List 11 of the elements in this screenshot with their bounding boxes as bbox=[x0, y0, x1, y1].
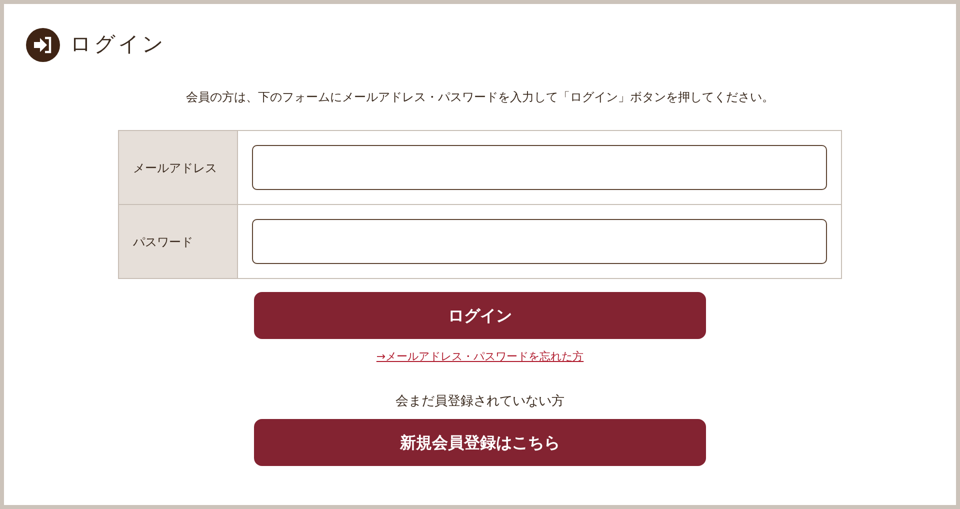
field-label: メールアドレス bbox=[119, 131, 238, 204]
intro-text: 会員の方は、下のフォームにメールアドレス・パスワードを入力して「ログイン」ボタンを押してください。 bbox=[185, 89, 775, 106]
forgot-password-link[interactable]: →メールアドレス・パスワードを忘れた方 bbox=[376, 349, 584, 366]
register-button[interactable]: 新規会員登録はこちら bbox=[254, 419, 706, 466]
login-icon bbox=[26, 28, 60, 62]
field-label: パスワード bbox=[119, 205, 238, 278]
page-title: ログイン bbox=[70, 31, 166, 58]
register-note: 会まだ員登録されていない方 bbox=[396, 392, 564, 410]
login-button[interactable]: ログイン bbox=[254, 292, 706, 339]
input-field[interactable] bbox=[252, 219, 827, 264]
input-field[interactable] bbox=[252, 145, 827, 190]
